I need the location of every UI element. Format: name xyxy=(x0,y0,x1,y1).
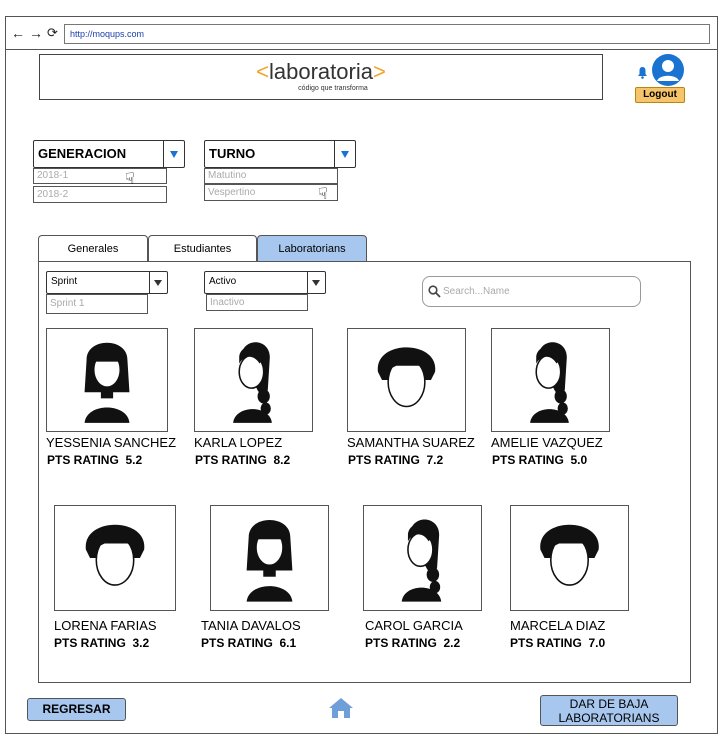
remove-label-line1: DAR DE BAJA xyxy=(569,697,649,711)
chevron-down-icon[interactable] xyxy=(307,272,325,293)
avatar-silhouette xyxy=(246,520,293,602)
tab-laboratorians[interactable]: Laboratorians xyxy=(257,235,367,262)
student-rating: PTS RATING 5.2 xyxy=(47,453,143,467)
student-rating: PTS RATING 7.2 xyxy=(348,453,444,467)
turno-option[interactable]: Matutino xyxy=(204,168,338,184)
remove-label-line2: LABORATORIANS xyxy=(558,711,660,725)
estado-select[interactable]: Activo xyxy=(204,271,326,294)
student-rating: PTS RATING 6.1 xyxy=(201,636,297,650)
avatar-silhouette xyxy=(530,342,569,423)
student-photo xyxy=(510,505,629,611)
avatar-silhouette xyxy=(233,342,272,423)
chevron-down-icon[interactable] xyxy=(163,141,184,167)
logo-banner: <laboratoria> código que transforma xyxy=(39,54,603,100)
logo-bracket-open: < xyxy=(256,59,270,84)
pointer-hand-icon: ☟ xyxy=(125,171,135,188)
turno-select[interactable]: TURNO xyxy=(204,140,356,168)
avatar-silhouette xyxy=(401,519,442,602)
chevron-down-icon[interactable] xyxy=(149,272,167,293)
generacion-option[interactable]: 2018-2 xyxy=(33,186,167,203)
sprint-label: Sprint xyxy=(51,276,78,287)
address-bar[interactable]: http://moqups.com xyxy=(64,24,710,44)
pointer-hand-icon: ☟ xyxy=(318,186,328,203)
chevron-down-icon[interactable] xyxy=(334,141,355,167)
logo-bracket-close: > xyxy=(372,59,386,84)
sprint-option[interactable]: Sprint 1 xyxy=(46,294,148,314)
estado-option[interactable]: Inactivo xyxy=(206,294,308,311)
logo-text: laboratoria xyxy=(269,59,373,84)
tab-estudiantes[interactable]: Estudiantes xyxy=(148,235,257,262)
back-button[interactable]: REGRESAR xyxy=(27,698,126,721)
student-name: MARCELA DIAZ xyxy=(510,618,606,633)
student-name: SAMANTHA SUAREZ xyxy=(347,435,475,450)
student-name: CAROL GARCIA xyxy=(365,618,463,633)
bell-icon[interactable] xyxy=(637,66,648,79)
search-icon xyxy=(428,285,441,298)
student-name: TANIA DAVALOS xyxy=(201,618,301,633)
student-photo xyxy=(46,328,168,432)
student-rating: PTS RATING 7.0 xyxy=(510,636,606,650)
reload-icon[interactable]: ⟳ xyxy=(47,25,58,41)
student-name: YESSENIA SANCHEZ xyxy=(46,435,177,450)
student-photo xyxy=(491,328,610,432)
student-name: KARLA LOPEZ xyxy=(194,435,283,450)
generacion-option[interactable]: 2018-1 xyxy=(33,168,167,184)
avatar-silhouette xyxy=(85,524,145,586)
student-rating: PTS RATING 5.0 xyxy=(492,453,588,467)
avatar-silhouette xyxy=(84,342,130,423)
student-photo xyxy=(194,328,313,432)
student-rating: PTS RATING 8.2 xyxy=(195,453,291,467)
generacion-select[interactable]: GENERACION xyxy=(33,140,185,168)
student-photo xyxy=(347,328,466,432)
logo-tagline: código que transforma xyxy=(298,85,368,92)
student-photo xyxy=(54,505,176,611)
sprint-select[interactable]: Sprint xyxy=(46,271,168,294)
generacion-label: GENERACION xyxy=(38,146,127,161)
home-icon[interactable] xyxy=(328,697,354,719)
logout-button[interactable]: Logout xyxy=(635,87,685,103)
student-name: AMELIE VAZQUEZ xyxy=(491,435,603,450)
turno-label: TURNO xyxy=(209,146,256,161)
avatar-silhouette xyxy=(377,347,436,408)
arrow-right-icon[interactable]: → xyxy=(29,25,43,41)
search-placeholder: Search...Name xyxy=(443,286,510,297)
remove-laboratorians-button[interactable]: DAR DE BAJA LABORATORIANS xyxy=(540,695,678,726)
student-rating: PTS RATING 3.2 xyxy=(54,636,150,650)
tab-generales[interactable]: Generales xyxy=(38,235,148,262)
logo: <laboratoria> xyxy=(40,60,602,84)
estado-label: Activo xyxy=(209,276,237,287)
user-icon[interactable] xyxy=(652,54,684,86)
student-photo xyxy=(363,505,482,611)
avatar-silhouette xyxy=(540,524,599,586)
student-rating: PTS RATING 2.2 xyxy=(365,636,461,650)
search-input[interactable]: Search...Name xyxy=(422,276,641,307)
student-photo xyxy=(210,505,329,611)
arrow-left-icon[interactable]: ← xyxy=(11,25,25,41)
student-name: LORENA FARIAS xyxy=(54,618,157,633)
